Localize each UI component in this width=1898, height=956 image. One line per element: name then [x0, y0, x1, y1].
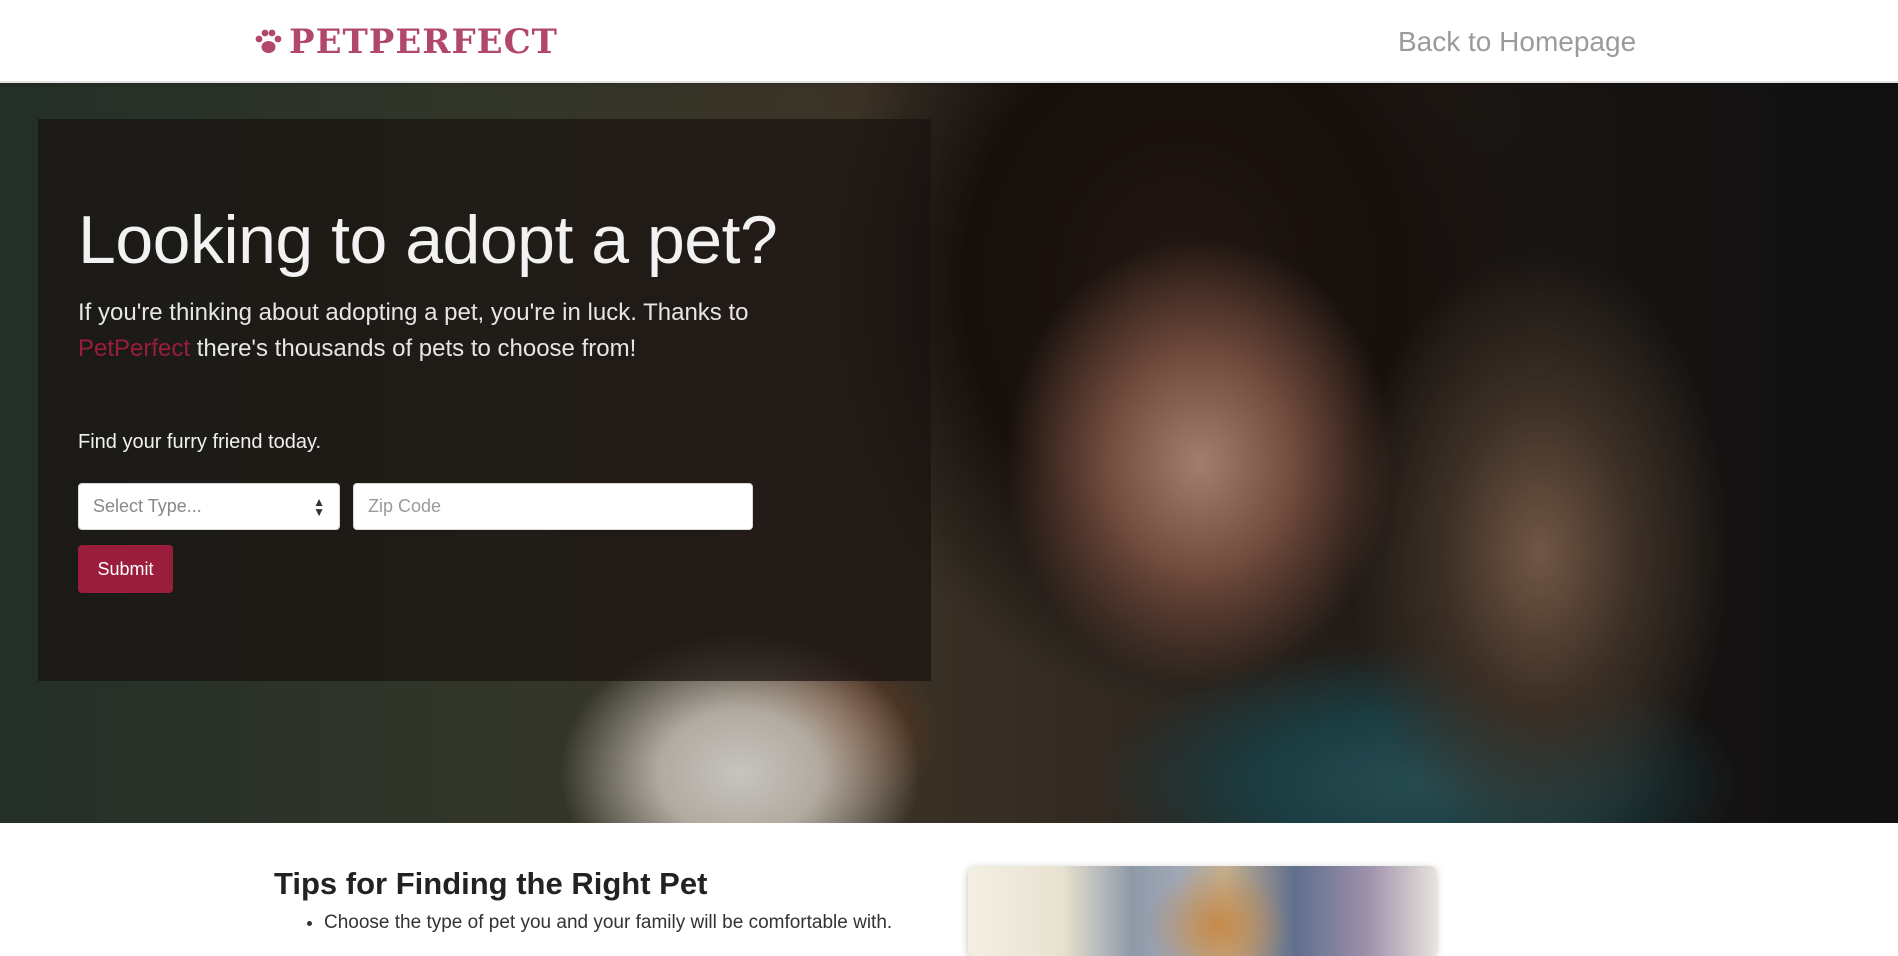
- paw-icon: [255, 29, 282, 53]
- hero-headline: Looking to adopt a pet?: [78, 202, 778, 278]
- submit-button[interactable]: Submit: [78, 545, 173, 593]
- pet-type-select[interactable]: Select Type... ▲ ▼: [78, 483, 340, 530]
- intro-brand-link[interactable]: PetPerfect: [78, 335, 190, 362]
- zip-code-input[interactable]: [353, 483, 753, 530]
- tips-title: Tips for Finding the Right Pet: [274, 866, 708, 901]
- brand-logo[interactable]: PetPerfect: [253, 22, 558, 62]
- sort-arrows-icon: ▲ ▼: [313, 494, 325, 519]
- brand-name: PetPerfect: [289, 22, 558, 62]
- top-navbar: PetPerfect Back to Homepage: [0, 0, 1898, 83]
- list-item: Choose the type of pet you and your fami…: [324, 912, 892, 934]
- intro-text-start: If you're thinking about adopting a pet,…: [78, 299, 749, 326]
- hero-intro: If you're thinking about adopting a pet,…: [78, 295, 858, 367]
- tips-list: Choose the type of pet you and your fami…: [300, 912, 892, 934]
- hero-banner: Looking to adopt a pet? If you're thinki…: [0, 83, 1898, 823]
- find-label: Find your furry friend today.: [78, 431, 322, 453]
- intro-text-end: there's thousands of pets to choose from…: [190, 335, 637, 362]
- back-to-homepage-link[interactable]: Back to Homepage: [1398, 26, 1636, 58]
- select-placeholder: Select Type...: [93, 496, 202, 516]
- tips-image: [968, 866, 1436, 956]
